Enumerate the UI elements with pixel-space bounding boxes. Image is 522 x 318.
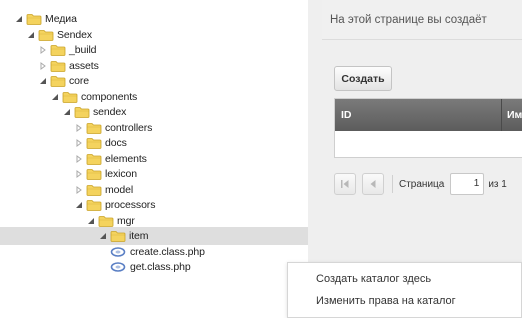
first-page-icon (341, 180, 349, 188)
grid-column-divider (501, 99, 502, 131)
tree-node-label: create.class.php (130, 245, 205, 258)
create-button[interactable]: Создать (334, 66, 392, 91)
tree-node-label: elements (105, 152, 147, 165)
grid-column-id[interactable]: ID (341, 109, 352, 121)
grid-column-name[interactable]: Им (507, 109, 522, 121)
expanded-arrow-icon[interactable] (74, 200, 84, 210)
grid-header: ID Им (335, 99, 522, 131)
folder-icon (62, 91, 78, 103)
collapsed-arrow-icon[interactable] (74, 154, 84, 164)
tree-file-row[interactable]: get.class.php (0, 258, 308, 276)
collapsed-arrow-icon[interactable] (38, 45, 48, 55)
collapsed-arrow-icon[interactable] (74, 185, 84, 195)
pagination-toolbar: Страница 1 из 1 (334, 170, 522, 198)
folder-icon (86, 137, 102, 149)
previous-page-icon (370, 180, 376, 188)
folder-icon (110, 230, 126, 242)
folder-icon (50, 75, 66, 87)
folder-icon (26, 13, 42, 25)
expanded-arrow-icon[interactable] (26, 30, 36, 40)
collapsed-arrow-icon[interactable] (38, 61, 48, 71)
tree-node-label: item (129, 230, 149, 242)
folder-icon (74, 106, 90, 118)
expanded-arrow-icon[interactable] (50, 92, 60, 102)
expanded-arrow-icon[interactable] (98, 231, 108, 241)
tree-node-label: _build (69, 44, 97, 56)
tree-node-label: Медиа (45, 13, 77, 25)
tree-node-label: mgr (117, 214, 135, 227)
tree-node-label: docs (105, 137, 127, 149)
tree-node-label: assets (69, 59, 99, 72)
tree-node-label: sendex (93, 106, 127, 118)
php-file-icon (110, 246, 126, 258)
folder-icon (50, 60, 66, 72)
tree-node-label: controllers (105, 121, 153, 134)
collapsed-arrow-icon[interactable] (74, 123, 84, 133)
folder-icon (86, 153, 102, 165)
tree-node-label: lexicon (105, 168, 137, 180)
tree-node-label: processors (105, 199, 156, 211)
menu-item-edit-folder-permissions[interactable]: Изменить права на каталог (316, 295, 456, 307)
expanded-arrow-icon[interactable] (62, 107, 72, 117)
folder-icon (86, 122, 102, 134)
tree-node-label: components (81, 90, 138, 103)
collapsed-arrow-icon[interactable] (74, 138, 84, 148)
tree-node-label: model (105, 183, 134, 196)
page-number-input[interactable]: 1 (450, 173, 485, 195)
page-label: Страница (399, 178, 445, 190)
menu-item-create-folder[interactable]: Создать каталог здесь (316, 273, 431, 285)
folder-icon (38, 29, 54, 41)
php-file-icon (110, 261, 126, 273)
expanded-arrow-icon[interactable] (14, 14, 24, 24)
previous-page-button[interactable] (362, 173, 384, 195)
page-count-label: из 1 (488, 178, 507, 190)
expanded-arrow-icon[interactable] (86, 216, 96, 226)
tree-node-label: core (69, 75, 90, 87)
folder-icon (86, 199, 102, 211)
data-grid: ID Им (334, 98, 522, 158)
tree-node-label: Sendex (57, 28, 93, 41)
pager-separator (392, 175, 393, 193)
tree-node-label: get.class.php (130, 261, 191, 273)
page-description: На этой странице вы создаёт (330, 14, 487, 26)
file-tree-panel: Медиа Sendex _buildassets core components sen… (0, 0, 308, 318)
context-menu: Создать каталог здесь Изменить права на … (287, 262, 522, 318)
folder-icon (86, 168, 102, 180)
expanded-arrow-icon[interactable] (38, 76, 48, 86)
first-page-button[interactable] (334, 173, 356, 195)
folder-icon (86, 184, 102, 196)
folder-icon (98, 215, 114, 227)
folder-icon (50, 44, 66, 56)
collapsed-arrow-icon[interactable] (74, 169, 84, 179)
